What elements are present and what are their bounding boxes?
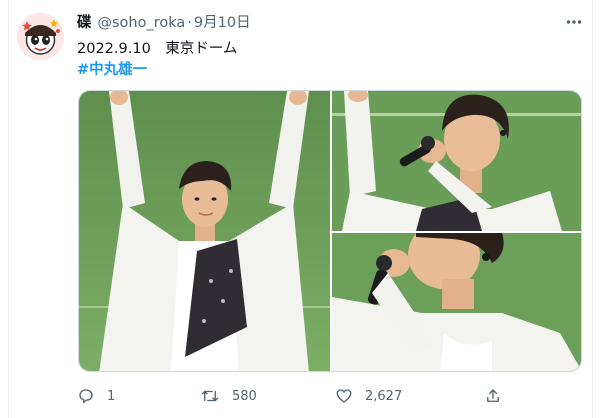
tweet-header: 碟 @soho_roka · 9月10日 <box>77 14 251 32</box>
photo-performer-singing[interactable] <box>332 91 581 231</box>
media-grid <box>78 90 582 372</box>
avatar[interactable] <box>17 13 64 60</box>
retweet-button[interactable]: 580 <box>200 384 257 408</box>
more-dots-icon <box>566 20 582 24</box>
photo-image <box>79 91 330 371</box>
tweet-text: 2022.9.10 東京ドーム #中丸雄一 <box>77 39 237 80</box>
tweet-date[interactable]: 9月10日 <box>194 15 251 31</box>
reply-button[interactable]: 1 <box>77 384 115 408</box>
retweet-count: 580 <box>232 388 257 404</box>
user-handle[interactable]: @soho_roka <box>98 15 186 31</box>
like-count: 2,627 <box>365 388 403 404</box>
share-upload-icon <box>487 389 499 402</box>
heart-icon <box>336 389 352 403</box>
tweet-text-line: 2022.9.10 東京ドーム <box>77 41 238 57</box>
more-button[interactable] <box>563 11 585 33</box>
retweet-arrows-icon <box>201 390 219 402</box>
hashtag-link[interactable]: #中丸雄一 <box>77 60 237 80</box>
photo-image <box>332 233 581 371</box>
reply-bubble-icon <box>79 389 93 404</box>
reply-count: 1 <box>107 388 116 404</box>
action-bar: 1 580 2,627 <box>77 384 507 408</box>
like-button[interactable]: 2,627 <box>335 384 402 408</box>
photo-image <box>332 91 581 231</box>
cartoon-character-avatar-icon <box>17 13 64 60</box>
display-name[interactable]: 碟 <box>77 15 92 31</box>
photo-performer-arms-raised[interactable] <box>79 91 330 371</box>
separator-dot: · <box>187 15 192 31</box>
photo-performer-closeup[interactable] <box>332 233 581 371</box>
share-button[interactable] <box>484 384 502 408</box>
